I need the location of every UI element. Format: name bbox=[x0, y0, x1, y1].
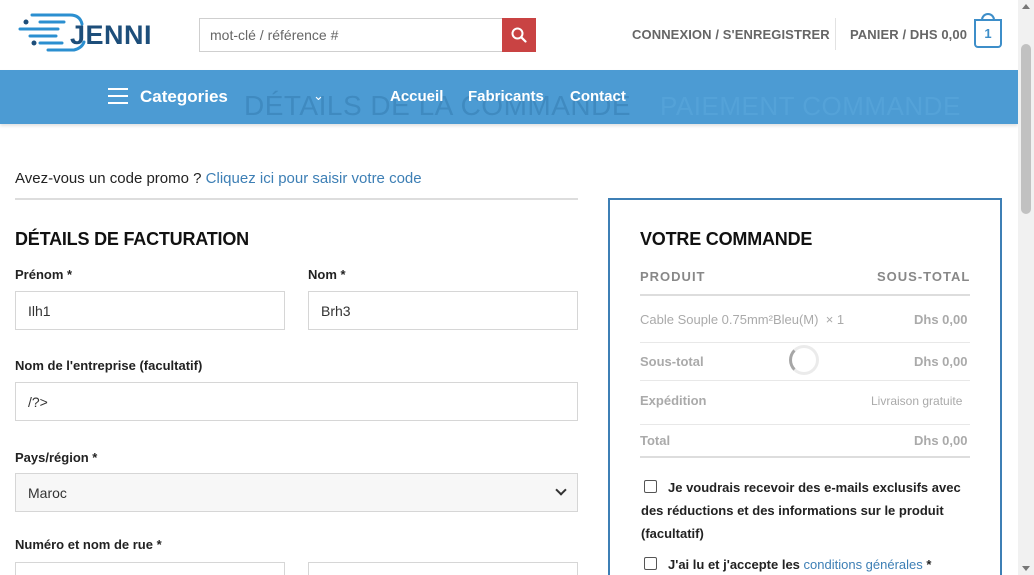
logo-text: JENNI bbox=[70, 20, 153, 50]
terms-prefix: J'ai lu et j'accepte les bbox=[668, 557, 804, 572]
nav-link-contact[interactable]: Contact bbox=[570, 88, 626, 105]
search-button[interactable] bbox=[502, 18, 536, 52]
terms-suffix: * bbox=[922, 557, 932, 572]
divider bbox=[640, 456, 970, 458]
scroll-down-arrow[interactable] bbox=[1022, 566, 1030, 571]
promo-code-link[interactable]: Cliquez ici pour saisir votre code bbox=[206, 170, 422, 187]
promo-notice: Avez-vous un code promo ? Cliquez ici po… bbox=[15, 170, 422, 187]
total-value: Dhs 0,00 bbox=[914, 433, 968, 448]
shipping-label: Expédition bbox=[640, 393, 707, 408]
subtotal-label: Sous-total bbox=[640, 354, 704, 369]
total-label: Total bbox=[640, 433, 671, 448]
first-name-field[interactable]: Ilh1 bbox=[15, 291, 285, 330]
categories-menu[interactable]: Categories bbox=[140, 87, 228, 107]
order-item-price: Dhs 0,00 bbox=[914, 312, 968, 327]
divider bbox=[640, 424, 970, 425]
scroll-up-arrow[interactable] bbox=[1022, 4, 1030, 9]
nav-link-fabricants[interactable]: Fabricants bbox=[468, 88, 544, 105]
main-nav: DÉTAILS DE LA COMMANDE PAIEMENT COMMANDE… bbox=[0, 70, 1018, 124]
billing-title: DÉTAILS DE FACTURATION bbox=[15, 229, 249, 249]
chevron-down-icon bbox=[555, 484, 567, 496]
street-label: Numéro et nom de rue * bbox=[15, 537, 162, 552]
search-bar bbox=[199, 18, 536, 52]
checkout-steps: PAIEMENT COMMANDE bbox=[660, 91, 961, 121]
subtotal-value: Dhs 0,00 bbox=[914, 354, 968, 369]
scroll-thumb[interactable] bbox=[1021, 44, 1031, 214]
column-header-product: PRODUIT bbox=[640, 269, 706, 284]
promo-question: Avez-vous un code promo ? bbox=[15, 170, 206, 187]
divider bbox=[640, 380, 970, 381]
nav-link-accueil[interactable]: Accueil bbox=[390, 88, 443, 105]
cart-link[interactable]: PANIER / DHS 0,00 bbox=[850, 27, 967, 42]
order-title: VOTRE COMMANDE bbox=[640, 229, 813, 249]
first-name-label: Prénom * bbox=[15, 267, 73, 282]
street-name-field[interactable] bbox=[308, 562, 578, 575]
search-input[interactable] bbox=[200, 19, 502, 51]
terms-link[interactable]: conditions générales bbox=[804, 557, 923, 572]
shipping-value: Livraison gratuite bbox=[871, 394, 963, 408]
item-quantity: × 1 bbox=[825, 312, 845, 327]
loading-spinner-icon bbox=[789, 345, 819, 375]
order-item-name: Cable Souple 0.75mm²Bleu(M) × 1 bbox=[640, 312, 844, 327]
country-select[interactable]: Maroc bbox=[15, 473, 578, 512]
country-value: Maroc bbox=[28, 484, 67, 501]
last-name-field[interactable]: Brh3 bbox=[308, 291, 578, 330]
cart-count-badge[interactable]: 1 bbox=[974, 19, 1002, 48]
country-label: Pays/région * bbox=[15, 450, 98, 465]
login-register-link[interactable]: CONNEXION / S'ENREGISTRER bbox=[632, 27, 830, 42]
chevron-down-icon[interactable]: ⌄ bbox=[313, 88, 324, 104]
street-number-field[interactable] bbox=[15, 562, 285, 575]
item-name: Cable Souple 0.75mm²Bleu(M) bbox=[640, 312, 819, 327]
company-label: Nom de l'entreprise (facultatif) bbox=[15, 358, 203, 373]
column-header-subtotal: SOUS-TOTAL bbox=[877, 269, 971, 284]
divider bbox=[640, 294, 970, 296]
terms-label: J'ai lu et j'accepte les conditions géné… bbox=[641, 553, 971, 575]
search-icon bbox=[511, 27, 527, 43]
company-field[interactable]: /?> bbox=[15, 382, 578, 421]
newsletter-label: Je voudrais recevoir des e-mails exclusi… bbox=[641, 480, 961, 541]
hamburger-icon[interactable] bbox=[108, 88, 128, 104]
divider bbox=[15, 198, 578, 200]
page-scrollbar[interactable] bbox=[1018, 0, 1034, 575]
site-header: JENNI CONNEXION / S'ENREGISTRER PANIER /… bbox=[0, 0, 1018, 70]
divider bbox=[640, 342, 970, 343]
header-divider bbox=[835, 18, 836, 50]
last-name-label: Nom * bbox=[308, 267, 346, 282]
